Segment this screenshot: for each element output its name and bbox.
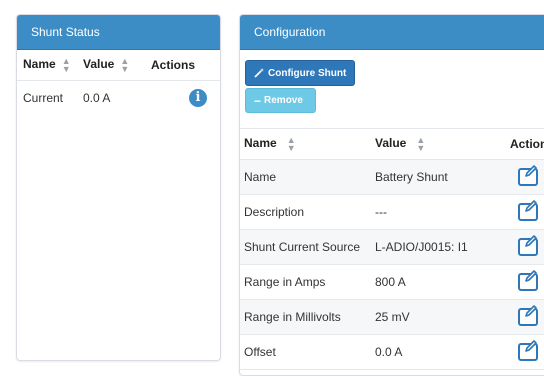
shunt-status-panel: Shunt Status Name ▲ ▼ Value ▲ ▼ Actions Curr… (16, 14, 221, 361)
config-row-actions (510, 340, 544, 361)
edit-icon[interactable] (518, 165, 538, 186)
config-row-value: --- (375, 205, 387, 219)
config-row-actions (510, 270, 544, 291)
edit-icon[interactable] (518, 340, 538, 361)
configure-shunt-button[interactable]: Configure Shunt (245, 60, 356, 86)
table-row: Shunt Current Source L-ADIO/J0015: I1 (240, 230, 544, 265)
config-col-value[interactable]: Value ▲ ▼ (375, 135, 510, 153)
config-row-name: Range in Amps (244, 275, 326, 289)
table-row: Current 0.0 A i (17, 81, 220, 115)
configuration-title: Configuration (240, 15, 544, 50)
shunt-status-title: Shunt Status (17, 15, 220, 50)
table-row: Range in Millivolts 25 mV (240, 300, 544, 335)
status-col-actions: Actions (151, 58, 196, 72)
config-row-value: 0.0 A (375, 345, 403, 359)
config-rows: Name Battery Shunt Description --- Shunt Cur… (240, 160, 544, 370)
config-row-actions (510, 305, 544, 326)
edit-icon[interactable] (518, 200, 538, 221)
status-col-name-label: Name (23, 57, 56, 72)
configuration-panel: Configuration Configure Shunt − Remove N… (239, 14, 544, 376)
config-col-name-label: Name (244, 136, 277, 151)
sort-icon: ▲ ▼ (120, 56, 130, 74)
wand-icon (254, 68, 265, 78)
config-row-actions (510, 200, 544, 221)
config-col-value-label: Value (375, 136, 407, 151)
config-row-value: L-ADIO/J0015: I1 (375, 240, 468, 254)
config-col-actions: Actions (510, 137, 544, 151)
sort-icon: ▲ ▼ (286, 135, 296, 153)
status-row-value: 0.0 A (83, 91, 111, 105)
edit-icon[interactable] (518, 270, 538, 291)
config-row-name: Name (244, 170, 277, 184)
configure-shunt-label: Configure Shunt (268, 67, 347, 79)
table-row: Name Battery Shunt (240, 160, 544, 195)
sort-icon: ▲ ▼ (416, 135, 426, 153)
status-col-value[interactable]: Value ▲ ▼ (83, 56, 151, 74)
config-row-name: Offset (244, 345, 276, 359)
config-row-value: 25 mV (375, 310, 410, 324)
status-row-name: Current (23, 91, 64, 105)
config-row-value: 800 A (375, 275, 406, 289)
table-row: Offset 0.0 A (240, 335, 544, 370)
configuration-table: Name ▲▼ Value ▲▼ Actions Name Battery Shunt… (240, 128, 544, 370)
minus-icon: − (254, 93, 262, 108)
config-col-name[interactable]: Name ▲ ▼ (240, 135, 375, 153)
config-row-name: Shunt Current Source (244, 240, 361, 254)
remove-label: Remove (264, 95, 303, 106)
edit-icon[interactable] (518, 235, 538, 256)
remove-button[interactable]: − Remove (245, 88, 316, 113)
status-col-value-label: Value (83, 57, 115, 72)
config-table-header: Name ▲▼ Value ▲▼ Actions (240, 128, 544, 160)
edit-icon[interactable] (518, 305, 538, 326)
table-row: Description --- (240, 195, 544, 230)
status-table-header: Name ▲ ▼ Value ▲ ▼ Actions (17, 50, 220, 81)
config-row-actions (510, 235, 544, 256)
config-row-name: Description (244, 205, 305, 219)
sort-icon: ▲ ▼ (61, 56, 71, 74)
config-row-actions (510, 165, 544, 186)
config-row-name: Range in Millivolts (244, 310, 341, 324)
info-icon[interactable]: i (189, 89, 207, 107)
table-row: Range in Amps 800 A (240, 265, 544, 300)
status-col-name[interactable]: Name ▲ ▼ (17, 56, 83, 74)
config-row-value: Battery Shunt (375, 170, 448, 184)
